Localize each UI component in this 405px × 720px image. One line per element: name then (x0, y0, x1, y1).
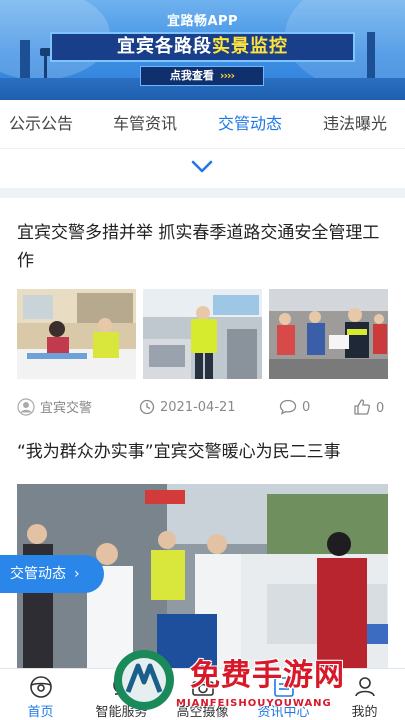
watermark-text: 免费手游网 (190, 658, 345, 693)
nav-profile-label: 我的 (351, 705, 378, 720)
comment-count-text: 0 (302, 400, 311, 415)
date-text: 2021-04-21 (160, 400, 236, 415)
nav-home-label: 首页 (27, 705, 54, 720)
article-thumbnails[interactable] (17, 289, 388, 379)
banner-button-arrows: ›››› (219, 69, 235, 82)
banner-button-label: 点我查看 (169, 69, 214, 82)
banner-subtitle: 宜路畅APP (166, 14, 239, 29)
promo-banner[interactable]: 宜路畅APP 宜宾各路段实景监控 点我查看 ›››› (0, 0, 405, 100)
comment-icon (279, 399, 297, 415)
article-list: 宜宾交警多措并举 抓实春季道路交通安全管理工作 宜宾交警 2021-04-21 … (0, 198, 405, 668)
banner-title-highlight: 实景监控 (212, 36, 288, 57)
steering-wheel-icon (30, 676, 52, 698)
author-name: 宜宾交警 (40, 401, 93, 416)
nav-smart-service-label: 智能服务 (95, 705, 148, 720)
tab-violation-exposure[interactable]: 违法曝光 (323, 100, 387, 148)
article-title[interactable]: “我为群众办实事”宜宾交警暖心为民二三事 (17, 438, 389, 466)
thumbs-up-icon (354, 399, 371, 415)
tab-vehicle-news[interactable]: 车管资讯 (113, 100, 177, 148)
chevron-right-icon: › (74, 566, 80, 582)
comment-count[interactable]: 0 (279, 398, 310, 418)
author: 宜宾交警 (17, 398, 92, 418)
banner-title-main: 宜宾各路段 (117, 36, 212, 57)
section-float-button[interactable]: 交管动态 › (0, 555, 104, 593)
publish-date: 2021-04-21 (139, 398, 236, 418)
chevron-down-icon[interactable] (190, 157, 214, 177)
watermark-subtext: MIANFEISHOUYOUWANG (176, 698, 332, 709)
thumbnail-image (143, 289, 262, 379)
banner-title: 宜宾各路段实景监控 (50, 32, 355, 62)
article-meta: 宜宾交警 2021-04-21 0 0 (17, 398, 388, 418)
avatar-icon (17, 398, 35, 416)
nav-smart-service[interactable]: 智能服务 (81, 669, 162, 720)
like-count-text: 0 (376, 401, 385, 416)
thumbnail-image (17, 289, 136, 379)
clock-icon (139, 399, 155, 415)
banner-view-button[interactable]: 点我查看 ›››› (140, 66, 264, 86)
nav-home[interactable]: 首页 (0, 669, 81, 720)
thumbnail-image (269, 289, 388, 379)
expand-row[interactable] (0, 148, 405, 188)
tab-public-notice[interactable]: 公示公告 (9, 100, 73, 148)
float-button-label: 交管动态 (10, 566, 66, 582)
category-tabs: 公示公告 车管资讯 交管动态 违法曝光 (0, 100, 405, 148)
service-icon (113, 676, 131, 695)
like-count[interactable]: 0 (353, 398, 384, 418)
tab-traffic-news[interactable]: 交管动态 (218, 100, 282, 148)
article-title[interactable]: 宜宾交警多措并举 抓实春季道路交通安全管理工作 (17, 219, 389, 275)
user-icon (355, 677, 375, 697)
